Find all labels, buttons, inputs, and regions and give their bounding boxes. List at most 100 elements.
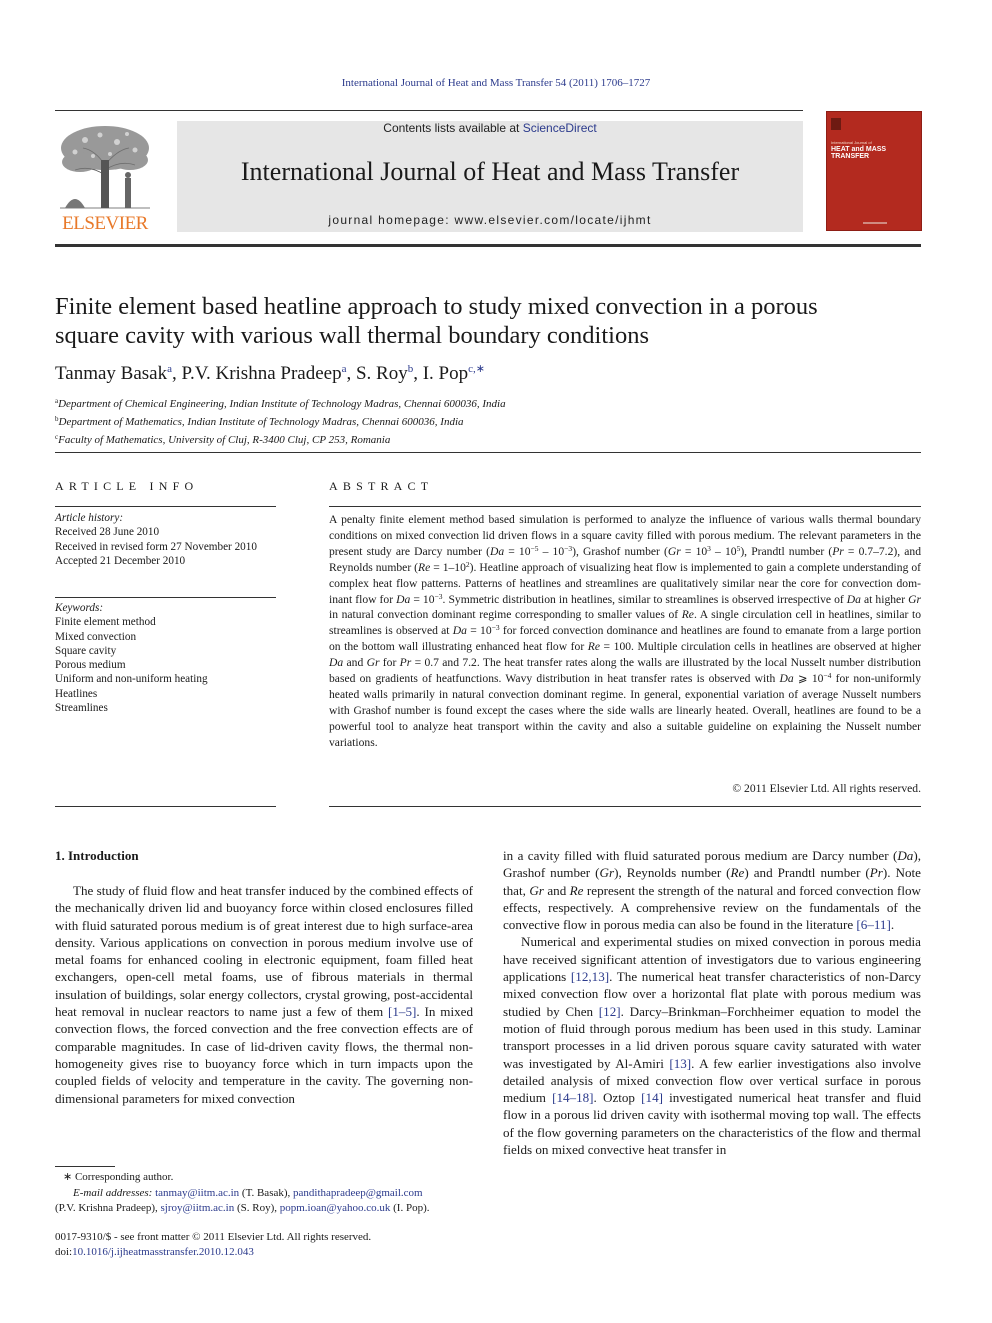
doi-label: doi: xyxy=(55,1245,73,1258)
symbol-re: Re xyxy=(730,865,745,881)
keyword-item: Finite element method xyxy=(55,616,156,629)
abstract-segment: = 10 xyxy=(466,624,492,638)
abstract-segment: for xyxy=(379,656,400,670)
abstract-segment: = 10 xyxy=(504,544,531,558)
star-marker: ∗ xyxy=(63,1171,73,1183)
abstract-segment: – 10 xyxy=(538,544,565,558)
affiliation-text: Department of Mathematics, Indian Instit… xyxy=(58,416,464,428)
abstract-segment: . Symmetric distribution in heatlines, s… xyxy=(442,592,847,606)
running-head-citation[interactable]: International Journal of Heat and Mass T… xyxy=(0,77,992,89)
symbol-da: Da xyxy=(779,672,794,686)
article-history: Article history: Received 28 June 2010 R… xyxy=(55,511,285,568)
keywords: Keywords: Finite element method Mixed co… xyxy=(55,601,285,715)
homepage-url[interactable]: www.elsevier.com/locate/ijhmt xyxy=(455,213,652,227)
symbol-gr: Gr xyxy=(667,544,681,558)
footnote-text: Corresponding author. xyxy=(72,1171,174,1183)
email-addresses: E-mail addresses: tanmay@iitm.ac.in (T. … xyxy=(55,1186,473,1202)
abstract-divider xyxy=(329,506,921,507)
exponent: −5 xyxy=(530,543,539,553)
symbol-da: Da xyxy=(329,656,344,670)
cover-title-line: TRANSFER xyxy=(831,153,870,160)
author-name: I. Pop xyxy=(422,363,469,384)
elsevier-logo[interactable]: ELSEVIER xyxy=(55,120,155,234)
issn-line: 0017-9310/$ - see front matter © 2011 El… xyxy=(55,1231,372,1243)
doi-link[interactable]: 10.1016/j.ijheatmasstransfer.2010.12.043 xyxy=(72,1246,254,1258)
header-divider xyxy=(55,244,921,247)
citation-link[interactable]: [14–18] xyxy=(552,1090,593,1105)
symbol-pr: Pr xyxy=(832,544,844,558)
author-list: Tanmay Basaka, P.V. Krishna Pradeepa, S.… xyxy=(55,362,935,385)
abstract-text: A penalty finite element method based si… xyxy=(329,512,921,751)
affiliation-divider xyxy=(55,452,921,453)
citation-link[interactable]: [12,13] xyxy=(571,969,609,984)
author-affiliation-mark[interactable]: c,∗ xyxy=(468,363,485,375)
paragraph-text: ) and Pra­ndtl number ( xyxy=(744,865,870,881)
abstract-bottom-divider xyxy=(329,806,921,807)
email-link[interactable]: pandithapradeep@gmail.com xyxy=(293,1187,423,1199)
symbol-da: Da xyxy=(846,592,861,606)
email-link[interactable]: sjroy@iitm.ac.in xyxy=(161,1202,235,1214)
paragraph-text: in a cavity filled with fluid saturated … xyxy=(503,848,898,863)
contents-prefix: Contents lists available at xyxy=(383,121,523,135)
affiliation-item: cFaculty of Mathematics, University of C… xyxy=(55,430,935,448)
author-name: S. Roy xyxy=(355,363,408,384)
article-info-bottom-divider xyxy=(55,806,276,807)
cover-subtitle: International Journal of xyxy=(831,140,872,145)
exponent: −3 xyxy=(564,543,573,553)
email-owner: (T. Basak), xyxy=(239,1186,294,1199)
paragraph: in a cavity filled with fluid saturated … xyxy=(503,847,921,933)
exponent: −3 xyxy=(491,623,500,633)
history-item: Received 28 June 2010 xyxy=(55,526,160,539)
abstract-segment: ), Prandtl number ( xyxy=(740,544,833,558)
symbol-re: Re xyxy=(569,882,584,898)
email-owner: (I. Pop). xyxy=(390,1202,430,1214)
body-column-left: The study of fluid flow and heat transfe… xyxy=(55,882,473,1107)
symbol-re: Re xyxy=(587,640,600,654)
exponent: −3 xyxy=(434,591,443,601)
citation-link[interactable]: [13] xyxy=(669,1056,691,1071)
paragraph-text: and xyxy=(543,882,570,898)
abstract-segment: ), Grashof number ( xyxy=(572,544,668,558)
keywords-divider xyxy=(55,597,276,598)
paragraph-text: . In mixed convection flows, the forced … xyxy=(55,1004,473,1106)
cover-footer-mark xyxy=(863,222,887,224)
author-name: P.V. Krishna Pradeep xyxy=(181,363,342,384)
paragraph-text: The study of fluid flow and heat transfe… xyxy=(55,883,473,1020)
journal-name: International Journal of Heat and Mass T… xyxy=(240,157,740,186)
citation-link[interactable]: [12] xyxy=(599,1004,621,1019)
keyword-item: Heatlines xyxy=(55,687,98,700)
abstract-heading: ABSTRACT xyxy=(329,479,434,493)
abstract-segment: = 100. Multiple circulation cells in hea… xyxy=(599,640,921,654)
doi-line: doi:10.1016/j.ijheatmasstransfer.2010.12… xyxy=(55,1245,473,1260)
author-separator: , xyxy=(172,363,182,384)
symbol-pr: Pr xyxy=(869,865,883,881)
citation-link[interactable]: [14] xyxy=(641,1090,663,1105)
journal-homepage: journal homepage: www.elsevier.com/locat… xyxy=(177,213,803,227)
keywords-label: Keywords: xyxy=(55,602,104,614)
symbol-da: Da xyxy=(396,592,411,606)
email-link[interactable]: popm.ioan@yahoo.co.uk xyxy=(280,1202,391,1214)
symbol-re: Re xyxy=(681,608,694,622)
top-divider xyxy=(55,110,803,111)
email-owner: (S. Roy), xyxy=(234,1202,280,1214)
keyword-item: Porous medium xyxy=(55,659,126,672)
paragraph-text: . Oztop xyxy=(593,1090,642,1106)
body-column-right: in a cavity filled with fluid saturated … xyxy=(503,847,921,1158)
citation-link[interactable]: [6–11] xyxy=(856,917,890,932)
symbol-re: Re xyxy=(418,560,431,574)
abstract-segment: = 10 xyxy=(410,592,435,606)
article-info-divider xyxy=(55,506,276,507)
journal-banner: Contents lists available at ScienceDirec… xyxy=(177,121,803,232)
journal-cover-thumbnail[interactable]: International Journal of HEAT and MASS T… xyxy=(826,111,922,231)
affiliation-item: bDepartment of Mathematics, Indian Insti… xyxy=(55,412,935,430)
abstract-segment: – 10 xyxy=(710,544,737,558)
symbol-gr: Gr xyxy=(366,656,380,670)
title-line: Finite element based heatline approach t… xyxy=(55,293,818,320)
citation-link[interactable]: [1–5] xyxy=(388,1004,416,1019)
email-link[interactable]: tanmay@iitm.ac.in xyxy=(155,1187,239,1199)
copyright-notice: © 2011 Elsevier Ltd. All rights reserved… xyxy=(732,782,921,795)
front-matter-info: 0017-9310/$ - see front matter © 2011 El… xyxy=(55,1230,473,1259)
symbol-pr: Pr xyxy=(399,656,412,670)
sciencedirect-link[interactable]: ScienceDirect xyxy=(523,121,597,135)
cover-logo-icon xyxy=(831,118,841,130)
